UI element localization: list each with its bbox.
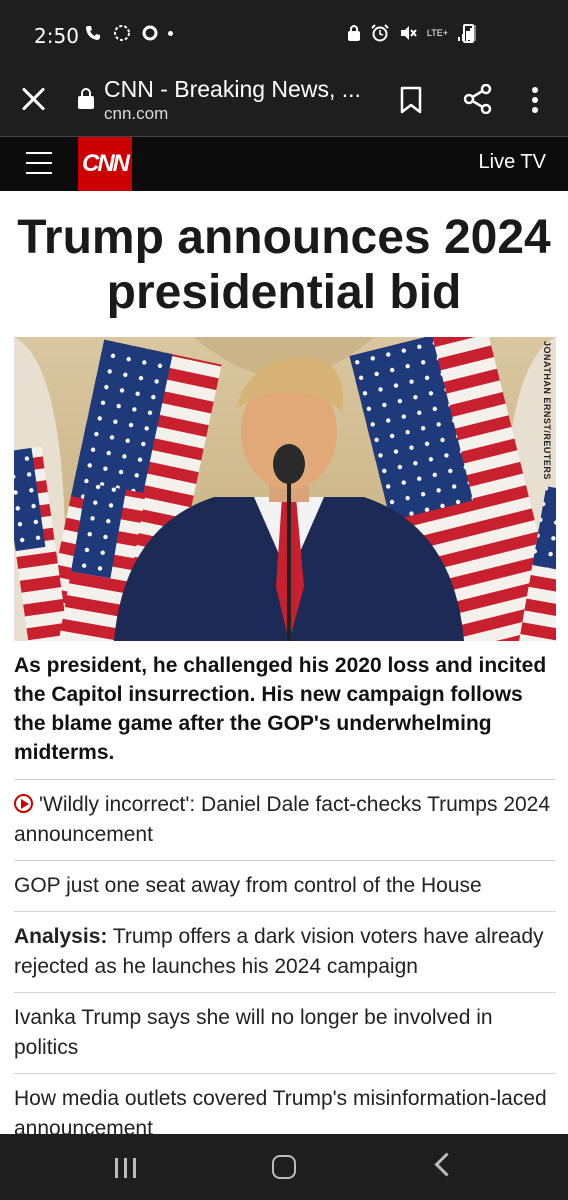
status-left-icons — [84, 23, 173, 43]
related-link-gop-house[interactable]: GOP just one seat away from control of t… — [14, 860, 556, 911]
browser-toolbar: CNN - Breaking News, ... cnn.com — [0, 66, 568, 137]
back-button[interactable] — [434, 1152, 459, 1177]
link-prefix: Analysis: — [14, 925, 108, 948]
sync-icon — [114, 25, 130, 41]
page-url[interactable]: cnn.com — [104, 104, 168, 124]
notification-dot-icon — [168, 30, 173, 36]
related-link-analysis[interactable]: Analysis: Trump offers a dark vision vot… — [14, 911, 556, 992]
recent-apps-button[interactable] — [115, 1158, 139, 1178]
link-text[interactable]: Ivanka Trump says she will no longer be … — [14, 1006, 493, 1059]
home-button[interactable] — [272, 1155, 296, 1179]
link-text[interactable]: How media outlets covered Trump's misinf… — [14, 1087, 547, 1140]
status-bar: 2:50 LTE+ — [0, 0, 568, 66]
more-options-button[interactable] — [528, 86, 542, 114]
article-headline[interactable]: Trump announces 2024 presidential bid — [14, 210, 554, 320]
share-button[interactable] — [463, 84, 493, 114]
phone-icon — [86, 26, 100, 40]
link-text[interactable]: 'Wildly incorrect': Daniel Dale fact-che… — [14, 793, 550, 846]
related-link-fact-check[interactable]: 'Wildly incorrect': Daniel Dale fact-che… — [14, 779, 556, 860]
hero-illustration — [14, 337, 556, 641]
secure-lock-icon[interactable] — [78, 88, 94, 110]
status-right-icons: LTE+ — [347, 24, 476, 42]
system-nav-bar — [0, 1134, 568, 1200]
link-text[interactable]: GOP just one seat away from control of t… — [14, 874, 482, 897]
bookmark-button[interactable] — [400, 86, 422, 114]
lock-screen-icon — [347, 25, 360, 41]
network-type: LTE+ — [426, 27, 448, 38]
related-links-list: 'Wildly incorrect': Daniel Dale fact-che… — [14, 779, 556, 1154]
cnn-header: CNN Live TV — [0, 137, 568, 191]
video-play-icon — [14, 794, 33, 813]
photo-credit: JONATHAN ERNST/REUTERS — [542, 341, 552, 480]
status-time: 2:50 — [34, 24, 79, 48]
hero-image[interactable]: JONATHAN ERNST/REUTERS — [14, 337, 556, 641]
hamburger-menu-icon[interactable] — [26, 152, 52, 174]
article-summary[interactable]: As president, he challenged his 2020 los… — [14, 651, 554, 767]
cnn-logo[interactable]: CNN — [78, 137, 132, 191]
circle-app-icon — [142, 25, 158, 41]
battery-icon — [463, 24, 474, 43]
page-title[interactable]: CNN - Breaking News, ... — [104, 76, 361, 103]
alarm-icon — [371, 24, 389, 42]
related-link-ivanka[interactable]: Ivanka Trump says she will no longer be … — [14, 992, 556, 1073]
mute-icon — [400, 26, 417, 40]
close-tab-button[interactable] — [20, 86, 46, 112]
live-tv-link[interactable]: Live TV — [479, 151, 546, 174]
